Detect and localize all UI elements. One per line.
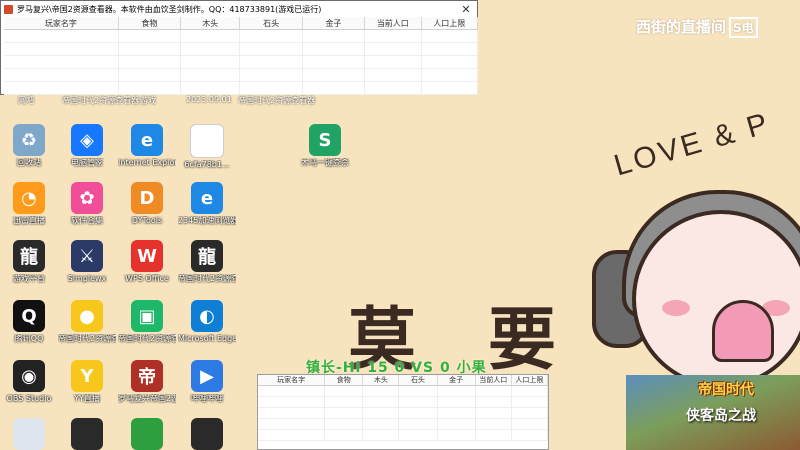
desktop-icon-edge[interactable]: ◐ Microsoft Edge xyxy=(178,300,236,344)
desktop-icon-pc-manager[interactable]: ◈ 电脑管家 xyxy=(58,124,116,168)
table-row xyxy=(258,385,549,397)
desktop-icon-game[interactable]: 帝 罗马复兴帝国2游戏 xyxy=(118,360,176,404)
live-icon: ◔ xyxy=(13,182,45,214)
desktop-icon-media[interactable]: ▶ 哔哩哔哩 xyxy=(178,360,236,404)
resource-table: 玩家名字 食物 木头 石头 金子 当前人口 人口上限 xyxy=(4,17,479,95)
col-wood: 木头 xyxy=(362,375,400,386)
overlay-resource-table: 玩家名字 食物 木头 石头 金子 当前人口 人口上限 xyxy=(258,375,549,441)
top-label-2[interactable]: 帝国时代2资源查看器 xyxy=(62,95,139,106)
col-gold[interactable]: 金子 xyxy=(302,17,366,30)
desktop-icon-dytools[interactable]: D DYTools xyxy=(118,182,176,226)
col-wood[interactable]: 木头 xyxy=(180,17,241,30)
desktop-icon-file[interactable]: 6cfa78b1... xyxy=(178,124,236,170)
col-player-name[interactable]: 玩家名字 xyxy=(4,17,119,30)
file-icon xyxy=(190,124,224,158)
desktop-icon-extra-1[interactable] xyxy=(0,418,58,450)
game-icon: 帝 xyxy=(131,360,163,392)
table-row xyxy=(258,396,549,408)
table-row[interactable] xyxy=(4,68,479,82)
app-icon xyxy=(4,4,13,14)
top-label-3[interactable]: 游戏 xyxy=(140,95,156,106)
col-food[interactable]: 食物 xyxy=(118,17,182,30)
overlay-resource-window: 玩家名字 食物 木头 石头 金子 当前人口 人口上限 xyxy=(257,374,549,450)
dragon-icon-4 xyxy=(191,418,223,450)
browser-green-icon xyxy=(131,418,163,450)
window-title: 罗马复兴\帝国2资源查看器。本软件由血饮圣剑制作。QQ：418733891(游戏… xyxy=(17,4,322,14)
top-label-4[interactable]: 2023.09.01 xyxy=(186,95,232,104)
desktop-icon-live[interactable]: ◔ 迅雷直播 xyxy=(0,182,58,226)
desktop-icon-apps[interactable]: ✿ 软件合集 xyxy=(58,182,116,226)
table-row[interactable] xyxy=(4,29,479,43)
col-player-name: 玩家名字 xyxy=(258,375,326,386)
desktop-icon-wps[interactable]: W WPS Office xyxy=(118,240,176,284)
wallpaper-char-2: 要 xyxy=(488,300,557,380)
top-label-1[interactable]: 网吧 xyxy=(18,95,34,106)
thumbnail-title: 帝国时代 xyxy=(698,382,754,398)
col-stone[interactable]: 石头 xyxy=(239,17,303,30)
android-icon: ▣ xyxy=(131,300,163,332)
dragon-icon-3 xyxy=(71,418,103,450)
tool-icon: D xyxy=(131,182,163,214)
col-pop-cap[interactable]: 人口上限 xyxy=(421,17,479,30)
watermark-text: 西街的直播间 xyxy=(636,18,727,36)
bird-icon: ● xyxy=(71,300,103,332)
col-stone: 石头 xyxy=(398,375,438,386)
pc-manager-icon: ◈ xyxy=(71,124,103,156)
media-icon: ▶ xyxy=(191,360,223,392)
col-current-pop: 当前人口 xyxy=(475,375,512,386)
recycle-bin-icon: ♻ xyxy=(13,124,45,156)
desktop-icon-extra-4[interactable] xyxy=(178,418,236,450)
apps-icon: ✿ xyxy=(71,182,103,214)
dragon-icon: 龍 xyxy=(13,240,45,272)
desktop-icon-ie[interactable]: e Internet Explorer xyxy=(118,124,176,168)
obs-icon: ◉ xyxy=(13,360,45,392)
close-button[interactable]: ✕ xyxy=(455,3,477,16)
cat-icon xyxy=(13,418,45,450)
table-row[interactable] xyxy=(4,55,479,69)
desktop-icon-aoe-viewer[interactable]: 龍 帝国时代2资源查看 xyxy=(178,240,236,284)
desktop-icon-extra-3[interactable] xyxy=(118,418,176,450)
desktop-icon-android[interactable]: ▣ 帝国时代2资源查看 xyxy=(118,300,176,344)
desktop-icon-qq[interactable]: Q 腾讯QQ xyxy=(0,300,58,344)
excel-icon: S xyxy=(309,124,341,156)
table-row[interactable] xyxy=(4,81,479,95)
dragon-icon-2: 龍 xyxy=(191,240,223,272)
wallpaper-love-text: LOVE & P xyxy=(610,106,775,183)
table-row xyxy=(258,418,549,430)
col-gold: 金子 xyxy=(437,375,476,386)
qq-icon: Q xyxy=(13,300,45,332)
desktop-icon-browser[interactable]: e 2345加速浏览器 xyxy=(178,182,236,226)
col-food: 食物 xyxy=(324,375,364,386)
table-row[interactable] xyxy=(4,42,479,56)
desktop-icon-recycle-bin[interactable]: ♻ 回收站 xyxy=(0,124,58,168)
watermark-logo: S电 xyxy=(729,17,758,38)
stream-watermark: 西街的直播间 S电 xyxy=(636,16,758,38)
col-current-pop[interactable]: 当前人口 xyxy=(364,17,422,30)
ie-icon: e xyxy=(131,124,163,156)
desktop-icon-bird[interactable]: ● 帝国时代2资源查看 xyxy=(58,300,116,344)
browser-icon: e xyxy=(191,182,223,214)
table-row xyxy=(258,407,549,419)
desktop-icon-simplewx[interactable]: ⚔ Simplewx xyxy=(58,240,116,284)
yy-icon: Y xyxy=(71,360,103,392)
col-pop-cap: 人口上限 xyxy=(511,375,549,386)
desktop-icon-extra-2[interactable] xyxy=(58,418,116,450)
desktop-icon-game-platform[interactable]: 龍 游戏平台 xyxy=(0,240,58,284)
thumbnail-subtitle: 侠客岛之战 xyxy=(686,408,756,424)
desktop-icon-excel[interactable]: S 木马一键查杀 xyxy=(296,124,354,168)
game-thumbnail: 帝国时代 侠客岛之战 xyxy=(626,375,800,450)
wallpaper-mascot xyxy=(592,190,800,390)
table-row xyxy=(258,429,549,441)
edge-icon: ◐ xyxy=(191,300,223,332)
desktop-icon-yy[interactable]: Y YY直播 xyxy=(58,360,116,404)
resource-viewer-window[interactable]: 罗马复兴\帝国2资源查看器。本软件由血饮圣剑制作。QQ：418733891(游戏… xyxy=(0,0,479,95)
sword-icon: ⚔ xyxy=(71,240,103,272)
desktop-icon-obs[interactable]: ◉ OBS Studio xyxy=(0,360,58,404)
wps-icon: W xyxy=(131,240,163,272)
top-label-5[interactable]: 帝国时代2资源查看器 xyxy=(238,95,315,106)
window-titlebar[interactable]: 罗马复兴\帝国2资源查看器。本软件由血饮圣剑制作。QQ：418733891(游戏… xyxy=(1,1,477,17)
